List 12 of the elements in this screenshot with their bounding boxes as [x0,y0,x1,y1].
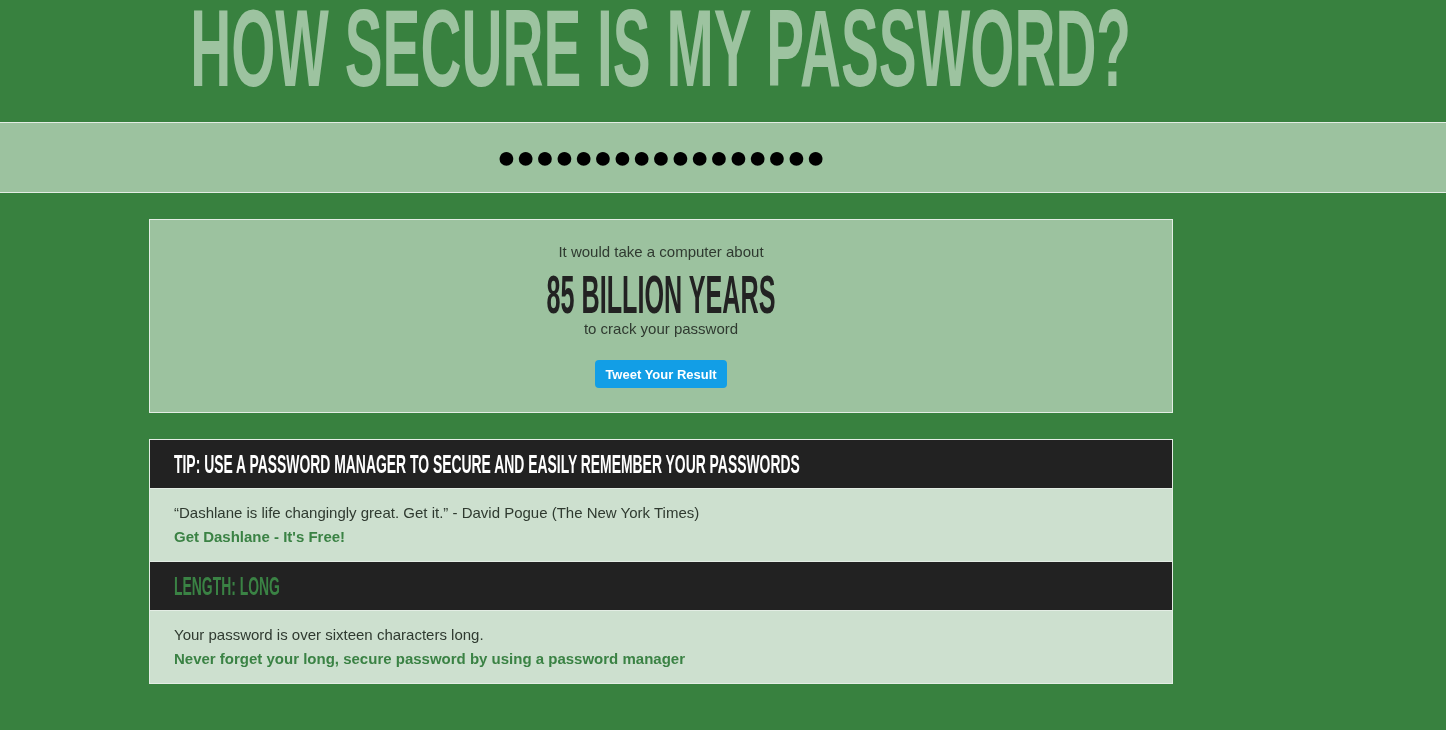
section-heading: TIP: USE A PASSWORD MANAGER TO SECURE AND EASILY REMEMBER YOUR PASSWORDS [174,448,800,481]
section-text: Your password is over sixteen characters long. [174,625,485,645]
section-heading: LENGTH: LONG [174,570,280,603]
section-link[interactable]: Never forget your long, secure password by using a password manager [174,647,685,671]
section-text: “Dashlane is life changingly great. Get it.” - David Pogue (The New York Times) [174,503,701,523]
crack-time: 85 BILLION YEARS [546,271,776,319]
result-outro: to crack your password [582,319,740,339]
result-intro: It would take a computer about [557,242,765,262]
page-title: HOW SECURE IS MY PASSWORD? [190,0,1132,96]
tweet-button[interactable]: Tweet Your Result [595,360,727,388]
password-field[interactable]: ●●●●●●●●●●●●●●●●● [0,122,1446,193]
section-link[interactable]: Get Dashlane - It's Free! [174,525,346,549]
